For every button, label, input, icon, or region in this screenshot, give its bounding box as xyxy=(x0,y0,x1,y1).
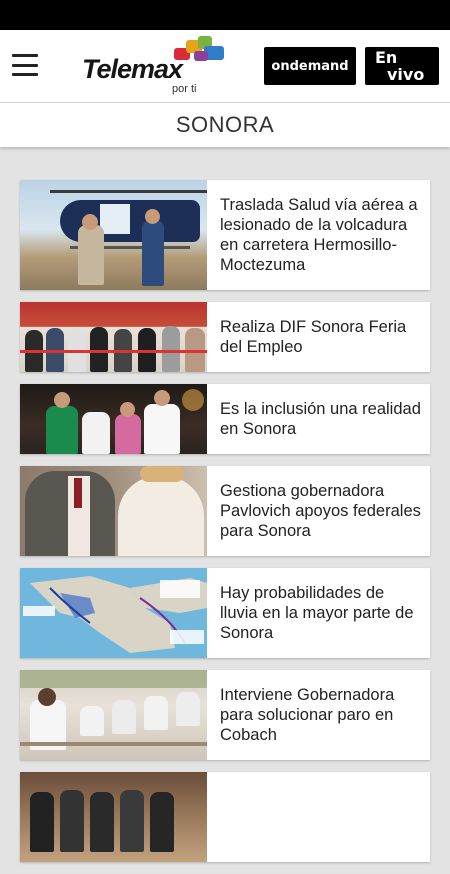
article-title: Realiza DIF Sonora Feria del Empleo xyxy=(220,318,407,356)
news-card[interactable] xyxy=(20,772,430,862)
en-vivo-button[interactable]: En vivo xyxy=(365,47,439,85)
group-photo xyxy=(20,772,207,862)
news-card[interactable]: Traslada Salud vía aérea a lesionado de … xyxy=(20,180,430,290)
status-bar xyxy=(0,0,450,30)
officials-photo xyxy=(20,466,207,556)
weather-map xyxy=(20,568,207,658)
logo-wordmark: Telemax xyxy=(82,54,183,84)
telemax-logo[interactable]: Telemax por ti xyxy=(82,36,227,96)
app-header: Telemax por ti ondemand En vivo xyxy=(0,30,450,103)
article-title xyxy=(207,772,430,862)
en-vivo-label-line2: vivo xyxy=(387,65,425,84)
hamburger-menu-icon[interactable] xyxy=(12,54,38,76)
news-card[interactable]: Hay probabilidades de lluvia en la mayor… xyxy=(20,568,430,658)
article-title: Traslada Salud vía aérea a lesionado de … xyxy=(220,196,418,274)
section-title: SONORA xyxy=(0,103,450,147)
logo-color-blocks xyxy=(174,36,228,66)
ondemand-button[interactable]: ondemand xyxy=(264,47,356,85)
news-feed: Traslada Salud vía aérea a lesionado de … xyxy=(20,180,430,874)
article-title: Gestiona gobernadora Pavlovich apoyos fe… xyxy=(220,482,421,540)
logo-tagline: por ti xyxy=(172,83,197,95)
news-card[interactable]: Realiza DIF Sonora Feria del Empleo xyxy=(20,302,430,372)
classroom-photo xyxy=(20,670,207,760)
helicopter-photo xyxy=(20,180,207,290)
article-title: Interviene Gobernadora para solucionar p… xyxy=(220,686,395,744)
article-title: Es la inclusión una realidad en Sonora xyxy=(220,400,421,438)
event-photo xyxy=(20,384,207,454)
news-card[interactable]: Interviene Gobernadora para solucionar p… xyxy=(20,670,430,760)
news-card[interactable]: Es la inclusión una realidad en Sonora xyxy=(20,384,430,454)
en-vivo-label-line1: En xyxy=(375,48,398,67)
article-title: Hay probabilidades de lluvia en la mayor… xyxy=(220,584,414,642)
ribbon-cutting-photo xyxy=(20,302,207,372)
news-card[interactable]: Gestiona gobernadora Pavlovich apoyos fe… xyxy=(20,466,430,556)
